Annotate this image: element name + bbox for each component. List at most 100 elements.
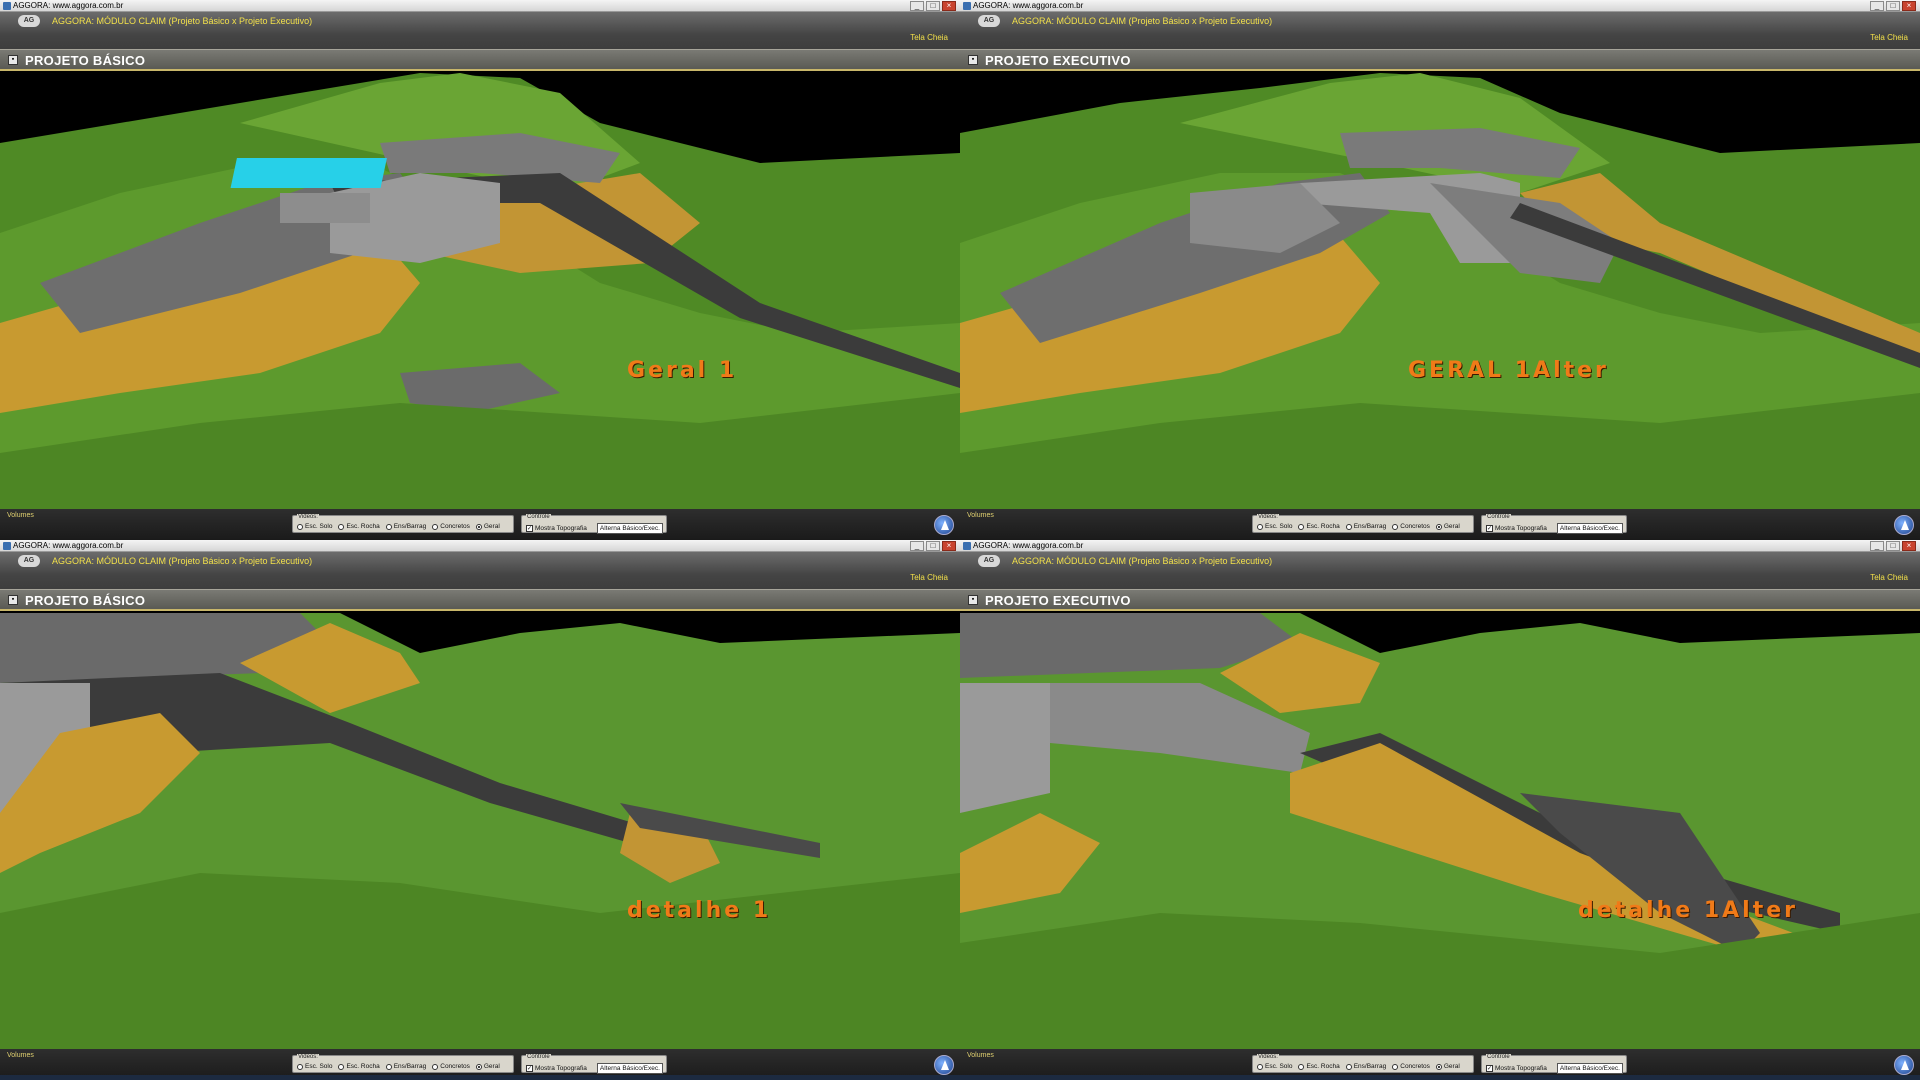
option-label: Esc. Solo <box>305 523 333 530</box>
option-label: Mostra Topografia <box>535 525 587 532</box>
option-label: Concretos <box>440 523 470 530</box>
panel-bottom-right: AGGORA: www.aggora.com.br _ □ × AG AGGOR… <box>960 540 1920 1080</box>
radio-ens-barrag[interactable]: Ens/Barrag <box>385 1063 426 1070</box>
window-title-bar: AGGORA: www.aggora.com.br _ □ × <box>0 540 960 552</box>
fullscreen-link[interactable]: Tela Cheia <box>910 573 948 582</box>
radio-geral[interactable]: Geral <box>475 523 500 530</box>
close-button[interactable]: × <box>1902 541 1916 551</box>
maximize-button[interactable]: □ <box>926 1 940 11</box>
volumes-link[interactable]: Volumes <box>967 1052 994 1059</box>
radio-esc-rocha[interactable]: Esc. Rocha <box>1298 1063 1340 1070</box>
option-label: Mostra Topografia <box>535 1065 587 1072</box>
close-button[interactable]: × <box>942 541 956 551</box>
terrain-render <box>0 613 960 1049</box>
radio-icon <box>1257 1063 1263 1070</box>
radio-ens-barrag[interactable]: Ens/Barrag <box>1345 1063 1387 1070</box>
minimize-button[interactable]: _ <box>1870 541 1884 551</box>
minimize-button[interactable]: _ <box>1870 1 1884 11</box>
window-controls: _ □ × <box>910 1 956 11</box>
radio-geral[interactable]: Geral <box>1435 523 1460 530</box>
aggora-badge-icon <box>934 515 954 535</box>
minimize-button[interactable]: _ <box>910 541 924 551</box>
view-label: detalhe 1 <box>627 898 772 923</box>
volumes-link[interactable]: Volumes <box>7 1052 34 1059</box>
mostra-topografia-checkbox[interactable]: ✓ Mostra Topografia <box>1486 523 1547 534</box>
radio-geral[interactable]: Geral <box>475 1063 500 1070</box>
fullscreen-link[interactable]: Tela Cheia <box>1870 33 1908 42</box>
alterna-basico-exec-button[interactable]: Alterna Básico/Exec. <box>1556 1063 1623 1074</box>
option-label: Geral <box>1443 523 1460 530</box>
videos-group: Videos: Esc. Solo Esc. Rocha Ens/Barrag … <box>1252 1054 1474 1073</box>
controle-group: Controle ✓ Mostra Topografia Alterna Bási… <box>1481 1054 1627 1074</box>
project-toggle-icon[interactable]: ▪ <box>968 55 978 65</box>
radio-icon <box>1298 1063 1305 1070</box>
radio-esc-rocha[interactable]: Esc. Rocha <box>338 523 380 530</box>
controle-group: Controle ✓ Mostra Topografia Alterna Bási… <box>521 514 667 534</box>
terrain-render <box>960 613 1920 1049</box>
aggora-logo: AG <box>18 555 40 567</box>
radio-concretos[interactable]: Concretos <box>1392 523 1430 530</box>
window-title: AGGORA: www.aggora.com.br <box>13 541 124 550</box>
alterna-basico-exec-button[interactable]: Alterna Básico/Exec. <box>596 523 663 534</box>
radio-geral[interactable]: Geral <box>1435 1063 1460 1070</box>
radio-esc-solo[interactable]: Esc. Solo <box>297 523 332 530</box>
checkbox-icon: ✓ <box>1486 1065 1493 1072</box>
videos-label: Videos: <box>297 514 319 520</box>
aggora-logo: AG <box>18 15 40 27</box>
option-label: Mostra Topografia <box>1495 1065 1547 1072</box>
radio-concretos[interactable]: Concretos <box>432 1063 470 1070</box>
videos-group: Videos: Esc. Solo Esc. Rocha Ens/Barrag … <box>1252 514 1474 533</box>
option-label: Ens/Barrag <box>1353 1063 1387 1070</box>
radio-concretos[interactable]: Concretos <box>432 523 470 530</box>
radio-ens-barrag[interactable]: Ens/Barrag <box>385 523 426 530</box>
radio-ens-barrag[interactable]: Ens/Barrag <box>1345 523 1386 530</box>
fullscreen-link[interactable]: Tela Cheia <box>1870 573 1908 582</box>
3d-viewport[interactable]: detalhe 1 <box>0 613 960 1049</box>
volumes-link[interactable]: Volumes <box>967 512 994 519</box>
radio-icon <box>297 1063 303 1070</box>
option-label: Esc. Rocha <box>346 1063 380 1070</box>
project-toggle-icon[interactable]: ▪ <box>8 55 18 65</box>
option-label: Geral <box>483 523 500 530</box>
mostra-topografia-checkbox[interactable]: ✓ Mostra Topografia <box>1486 1063 1547 1074</box>
maximize-button[interactable]: □ <box>1886 1 1900 11</box>
project-toggle-icon[interactable]: ▪ <box>8 595 18 605</box>
fullscreen-link[interactable]: Tela Cheia <box>910 33 948 42</box>
minimize-button[interactable]: _ <box>910 1 924 11</box>
3d-viewport[interactable]: GERAL 1Alter <box>960 73 1920 509</box>
option-label: Esc. Rocha <box>1306 1063 1340 1070</box>
close-button[interactable]: × <box>942 1 956 11</box>
mostra-topografia-checkbox[interactable]: ✓ Mostra Topografia <box>526 1063 587 1074</box>
project-title: PROJETO EXECUTIVO <box>985 593 1131 608</box>
maximize-button[interactable]: □ <box>1886 541 1900 551</box>
view-label: detalhe 1Alter <box>1578 898 1798 923</box>
radio-esc-solo[interactable]: Esc. Solo <box>297 1063 332 1070</box>
controle-label: Controle <box>1486 1054 1511 1060</box>
radio-icon <box>338 523 345 530</box>
maximize-button[interactable]: □ <box>926 541 940 551</box>
alterna-basico-exec-button[interactable]: Alterna Básico/Exec. <box>596 1063 663 1074</box>
radio-concretos[interactable]: Concretos <box>1392 1063 1430 1070</box>
option-label: Esc. Solo <box>305 1063 333 1070</box>
taskbar-strip <box>0 1075 1920 1080</box>
alterna-basico-exec-button[interactable]: Alterna Básico/Exec. <box>1556 523 1623 534</box>
radio-esc-solo[interactable]: Esc. Solo <box>1257 523 1292 530</box>
3d-viewport[interactable]: detalhe 1Alter <box>960 613 1920 1049</box>
mostra-topografia-checkbox[interactable]: ✓ Mostra Topografia <box>526 523 587 534</box>
app-title: AGGORA: MÓDULO CLAIM (Projeto Básico x P… <box>1012 556 1273 566</box>
window-title-bar: AGGORA: www.aggora.com.br _ □ × <box>960 540 1920 552</box>
radio-icon <box>338 1063 345 1070</box>
radio-esc-solo[interactable]: Esc. Solo <box>1257 1063 1292 1070</box>
project-header: ▪ PROJETO BÁSICO <box>0 589 960 611</box>
volumes-link[interactable]: Volumes <box>7 512 34 519</box>
project-toggle-icon[interactable]: ▪ <box>968 595 978 605</box>
option-label: Geral <box>1443 1063 1460 1070</box>
videos-label: Videos: <box>1257 514 1279 520</box>
3d-viewport[interactable]: Geral 1 <box>0 73 960 509</box>
controle-label: Controle <box>1486 514 1511 520</box>
radio-esc-rocha[interactable]: Esc. Rocha <box>1298 523 1340 530</box>
radio-esc-rocha[interactable]: Esc. Rocha <box>338 1063 380 1070</box>
option-label: Concretos <box>1400 523 1430 530</box>
option-label: Esc. Solo <box>1265 1063 1293 1070</box>
close-button[interactable]: × <box>1902 1 1916 11</box>
